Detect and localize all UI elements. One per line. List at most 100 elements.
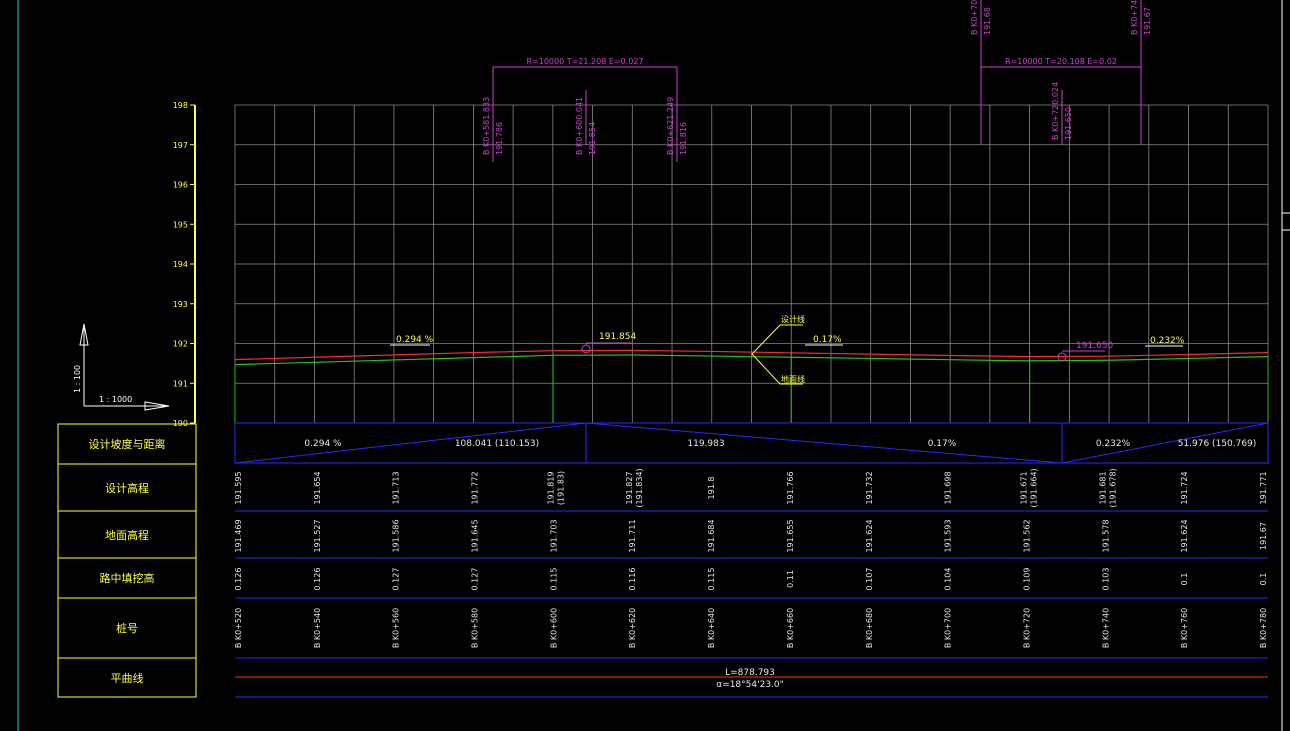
pvi1-elev-label: 191.854 [599, 332, 636, 342]
table-cell: 0.1 [1259, 573, 1268, 586]
row-title-plan: 平曲线 [111, 671, 144, 685]
grade-label-1: 0.294 % [396, 335, 434, 345]
y-tick-label: 193 [173, 300, 188, 309]
profile-grid [234, 104, 1269, 424]
table-column: 191.724 191.624 0.1 B K0+760 [1180, 471, 1189, 648]
vcurve-end-elev: 191.816 [679, 122, 688, 155]
pvi1-marker [581, 344, 591, 354]
vcurve-pvi-elev: 191.854 [588, 122, 597, 155]
slope-seg1-slope: 0.294 % [304, 439, 342, 449]
table-cell: 191.724 [1180, 471, 1189, 504]
row-title-station: 桩号 [116, 621, 138, 635]
data-table: 设计坡度与距离 设计高程 地面高程 路中填挖高 桩号 平曲线 0.294 % 1… [57, 422, 1269, 698]
table-cell: 191.624 [1180, 519, 1189, 552]
y-tick-label: 196 [173, 181, 188, 190]
vcurve-start-station: B K0+581.833 [482, 97, 491, 155]
table-cell: 0.109 [1022, 568, 1031, 591]
table-cell: 191.766 [786, 471, 795, 504]
table-cell: (191.83) [556, 471, 565, 505]
y-tick-label: 191 [173, 379, 188, 388]
table-column: 191.698 191.593 0.104 B K0+700 [944, 471, 953, 648]
table-cell: B K0+580 [471, 608, 480, 648]
table-cell: 0.126 [313, 568, 322, 591]
vcurve-pvi-elev: 191.650 [1064, 107, 1073, 140]
y-tick-label: 197 [173, 141, 188, 150]
table-cell: 0.115 [549, 568, 558, 591]
row-title-ground: 地面高程 [105, 528, 149, 542]
table-cell: (191.664) [1029, 468, 1038, 507]
table-column: 191.771 191.67 0.1 B K0+780 [1259, 471, 1268, 648]
table-cell: 191.624 [865, 519, 874, 552]
table-cell: B K0+740 [1101, 608, 1110, 648]
table-cell: 0.126 [234, 568, 243, 591]
table-column: 191.766 191.655 0.11 B K0+660 [786, 471, 795, 648]
table-cell: 191.703 [549, 519, 558, 552]
table-cell: 0.103 [1101, 568, 1110, 591]
plan-curve-length: L=878.793 [725, 668, 775, 678]
slope-seg2-distance: 119.983 [687, 439, 724, 449]
table-cell: 191.827 [625, 471, 634, 504]
table-cell: 191.586 [392, 519, 401, 552]
table-cell: 0.104 [944, 568, 953, 591]
vcurve-end-elev: 191.67 [1143, 7, 1152, 35]
table-cell: 0.127 [471, 568, 480, 591]
table-cell: 191.654 [313, 471, 322, 504]
row-title-slope: 设计坡度与距离 [89, 437, 166, 451]
table-cell: 191.698 [944, 471, 953, 504]
table-cell: 191.713 [392, 471, 401, 504]
vcurve-pvi-station: B K0+600.041 [575, 97, 584, 155]
vertical-curve-2: R=10000 T=20.108 E=0.02 B K0+70 191.68 B K0… [970, 0, 1152, 145]
vcurve-start-elev: 191.68 [983, 7, 992, 35]
table-cell: 191.681 [1098, 471, 1107, 504]
table-column: 191.819 (191.83) 191.703 0.115 B K0+600 [546, 471, 565, 648]
table-cell: 191.595 [234, 471, 243, 504]
table-column: 191.8 191.684 0.115 B K0+640 [707, 477, 716, 649]
vcurve-start-station: B K0+70 [970, 0, 979, 35]
y-tick-label: 192 [173, 340, 188, 349]
y-tick-label: 198 [173, 101, 188, 110]
table-cell: B K0+520 [234, 608, 243, 648]
table-cell: B K0+640 [707, 608, 716, 648]
vcurve-end-station: B K0+621.249 [666, 97, 675, 155]
table-cell: 0.115 [707, 568, 716, 591]
table-cell: 191.655 [786, 519, 795, 552]
vcurve-pvi-station: B K0+720.024 [1051, 82, 1060, 140]
table-cell: B K0+760 [1180, 608, 1189, 648]
pvi2-elev-label: 191.650 [1076, 341, 1113, 351]
table-cell: 191.578 [1101, 519, 1110, 552]
table-cell: B K0+780 [1259, 608, 1268, 648]
table-cell: B K0+600 [549, 608, 558, 648]
slope-seg3-slope: 0.17% [928, 439, 957, 449]
table-cell: B K0+620 [628, 608, 637, 648]
table-cell: 191.67 [1259, 522, 1268, 550]
table-cell: 191.527 [313, 519, 322, 552]
table-column: 191.772 191.645 0.127 B K0+580 [471, 471, 480, 648]
table-cell: B K0+660 [786, 608, 795, 648]
table-cell: 191.771 [1259, 471, 1268, 504]
table-column: 191.595 191.469 0.126 B K0+520 [234, 471, 243, 648]
table-cell: (191.834) [635, 468, 644, 507]
table-cell: B K0+560 [392, 608, 401, 648]
grade-annotations: 0.294 % 0.17% 0.232% 191.854 191.650 设计线… [390, 314, 1185, 385]
table-cell: B K0+720 [1022, 608, 1031, 648]
table-cell: 191.593 [944, 519, 953, 552]
vcurve-params: R=10000 T=20.108 E=0.02 [1005, 57, 1117, 66]
leader-design-line: 设计线 [781, 314, 805, 324]
table-cell: 191.562 [1022, 519, 1031, 552]
slope-seg4-slope: 0.232% [1096, 439, 1131, 449]
profile-drawing: 198197196195194193192191190 1 : 100 1 : … [17, 0, 1290, 731]
slope-seg4-distance: 51.976 (150.769) [1178, 439, 1257, 449]
vertical-curve-annotations: R=10000 T=21.208 E=0.027 B K0+581.833 191.… [482, 0, 1152, 162]
leader-ground-line: 地面线 [781, 374, 805, 384]
table-cell: 0.127 [392, 568, 401, 591]
scale-symbol: 1 : 100 1 : 1000 [73, 323, 170, 411]
table-cell: 191.819 [546, 471, 555, 504]
table-cell: 191.684 [707, 519, 716, 552]
table-cell: (191.678) [1108, 468, 1117, 507]
y-axis-ticks: 198197196195194193192191190 [173, 101, 195, 428]
table-cell: 191.671 [1019, 471, 1028, 504]
y-tick-label: 194 [173, 260, 188, 269]
table-cell: 191.711 [628, 519, 637, 552]
table-column: 191.713 191.586 0.127 B K0+560 [392, 471, 401, 648]
vcurve-params: R=10000 T=21.208 E=0.027 [526, 57, 643, 66]
